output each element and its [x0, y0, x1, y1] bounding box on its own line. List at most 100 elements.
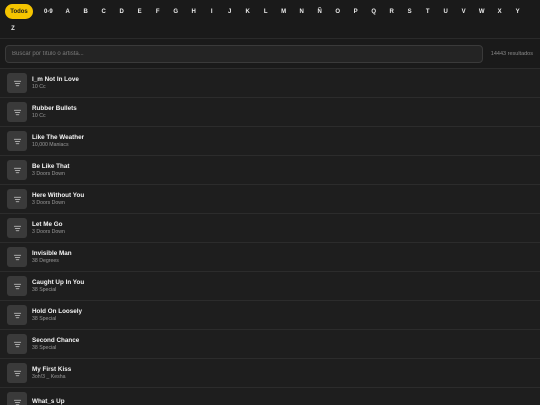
song-row[interactable]: Here Without You 3 Doors Down	[0, 185, 540, 214]
song-thumb	[7, 363, 27, 383]
filter-chip-m[interactable]: M	[276, 4, 292, 19]
lines-icon	[13, 254, 21, 260]
song-artist: 38 Degrees	[32, 258, 59, 264]
filter-chip-p[interactable]: P	[348, 4, 364, 19]
song-meta: Second Chance 38 Special	[32, 337, 79, 351]
song-artist: 3 Doors Down	[32, 229, 65, 235]
results-count: 14443 resultados	[490, 50, 533, 57]
filter-chip-todos[interactable]: Todos	[5, 4, 33, 19]
filter-chip-l[interactable]: L	[258, 4, 274, 19]
song-artist: 38 Special	[32, 345, 57, 351]
song-title: Rubber Bullets	[32, 105, 77, 112]
song-meta: Caught Up In You 38 Special	[32, 279, 84, 293]
filter-chip-y[interactable]: Y	[510, 4, 526, 19]
song-meta: Be Like That 3 Doors Down	[32, 163, 69, 177]
song-list: I_m Not In Love 10 Cc Rubber Bullets 10 Cc L…	[0, 68, 540, 405]
song-row[interactable]: Like The Weather 10,000 Maniacs	[0, 127, 540, 156]
song-thumb	[7, 305, 27, 325]
filter-chip-k[interactable]: K	[240, 4, 256, 19]
song-title: Hold On Loosely	[32, 308, 83, 315]
filter-chip-v[interactable]: V	[456, 4, 472, 19]
filter-chip-r[interactable]: R	[384, 4, 400, 19]
filter-chip-t[interactable]: T	[420, 4, 436, 19]
song-meta: My First Kiss 3oh!3 _ Kesha	[32, 366, 71, 380]
lines-icon	[13, 80, 21, 86]
search-row: 14443 resultados	[0, 38, 540, 68]
song-artist: 10 Cc	[32, 113, 46, 119]
song-row[interactable]: Rubber Bullets 10 Cc	[0, 98, 540, 127]
filter-chip-w[interactable]: W	[474, 4, 490, 19]
alphabet-filter-bar: Todos 0-9 A B C D E F G H I J K L M N Ñ O P Q R S T U V W X Y Z	[0, 0, 540, 38]
lines-icon	[13, 283, 21, 289]
song-thumb	[7, 160, 27, 180]
filter-chip-b[interactable]: B	[78, 4, 94, 19]
filter-chip-a[interactable]: A	[60, 4, 76, 19]
filter-chip-j[interactable]: J	[222, 4, 238, 19]
lines-icon	[13, 341, 21, 347]
song-row[interactable]: Be Like That 3 Doors Down	[0, 156, 540, 185]
song-title: My First Kiss	[32, 366, 72, 373]
song-row[interactable]: Hold On Loosely 38 Special	[0, 301, 540, 330]
song-meta: I_m Not In Love 10 Cc	[32, 76, 79, 90]
lines-icon	[13, 370, 21, 376]
lines-icon	[13, 109, 21, 115]
song-row[interactable]: My First Kiss 3oh!3 _ Kesha	[0, 359, 540, 388]
song-row[interactable]: Caught Up In You 38 Special	[0, 272, 540, 301]
lines-icon	[13, 138, 21, 144]
filter-chip-d[interactable]: D	[114, 4, 130, 19]
song-title: Second Chance	[32, 337, 80, 344]
song-title: Invisible Man	[32, 250, 72, 257]
filter-chip-x[interactable]: X	[492, 4, 508, 19]
song-thumb	[7, 218, 27, 238]
song-row[interactable]: Second Chance 38 Special	[0, 330, 540, 359]
filter-chip-z[interactable]: Z	[5, 21, 21, 36]
filter-chip-u[interactable]: U	[438, 4, 454, 19]
song-thumb	[7, 102, 27, 122]
song-thumb	[7, 73, 27, 93]
lines-icon	[13, 167, 21, 173]
song-meta: Rubber Bullets 10 Cc	[32, 105, 77, 119]
lines-icon	[13, 312, 21, 318]
filter-chip-c[interactable]: C	[96, 4, 112, 19]
song-row[interactable]: What_s Up	[0, 388, 540, 405]
filter-chip-enye[interactable]: Ñ	[312, 4, 328, 19]
song-row[interactable]: Let Me Go 3 Doors Down	[0, 214, 540, 243]
song-thumb	[7, 247, 27, 267]
song-artist: 3oh!3 _ Kesha	[32, 374, 66, 380]
song-thumb	[7, 334, 27, 354]
filter-chip-s[interactable]: S	[402, 4, 418, 19]
song-title: I_m Not In Love	[32, 76, 79, 83]
song-title: Be Like That	[32, 163, 70, 170]
filter-chip-f[interactable]: F	[150, 4, 166, 19]
song-thumb	[7, 131, 27, 151]
song-title: Let Me Go	[32, 221, 63, 228]
song-title: What_s Up	[32, 398, 65, 405]
song-title: Like The Weather	[32, 134, 85, 141]
song-meta: Invisible Man 38 Degrees	[32, 250, 72, 264]
song-meta: What_s Up	[32, 398, 65, 405]
lines-icon	[13, 196, 21, 202]
song-artist: 38 Special	[32, 316, 57, 322]
filter-chip-q[interactable]: Q	[366, 4, 382, 19]
song-row[interactable]: I_m Not In Love 10 Cc	[0, 69, 540, 98]
lines-icon	[13, 399, 21, 405]
filter-chip-o[interactable]: O	[330, 4, 346, 19]
song-row[interactable]: Invisible Man 38 Degrees	[0, 243, 540, 272]
filter-chip-e[interactable]: E	[132, 4, 148, 19]
lines-icon	[13, 225, 21, 231]
filter-chip-0-9[interactable]: 0-9	[39, 4, 58, 19]
song-meta: Like The Weather 10,000 Maniacs	[32, 134, 84, 148]
song-artist: 3 Doors Down	[32, 200, 65, 206]
song-thumb	[7, 189, 27, 209]
filter-chip-h[interactable]: H	[186, 4, 202, 19]
song-title: Caught Up In You	[32, 279, 85, 286]
filter-chip-g[interactable]: G	[168, 4, 184, 19]
song-artist: 3 Doors Down	[32, 171, 65, 177]
song-meta: Here Without You 3 Doors Down	[32, 192, 84, 206]
search-input[interactable]	[5, 44, 483, 63]
song-artist: 10,000 Maniacs	[32, 142, 69, 148]
song-meta: Let Me Go 3 Doors Down	[32, 221, 65, 235]
filter-chip-i[interactable]: I	[204, 4, 220, 19]
filter-chip-n[interactable]: N	[294, 4, 310, 19]
song-thumb	[7, 392, 27, 405]
